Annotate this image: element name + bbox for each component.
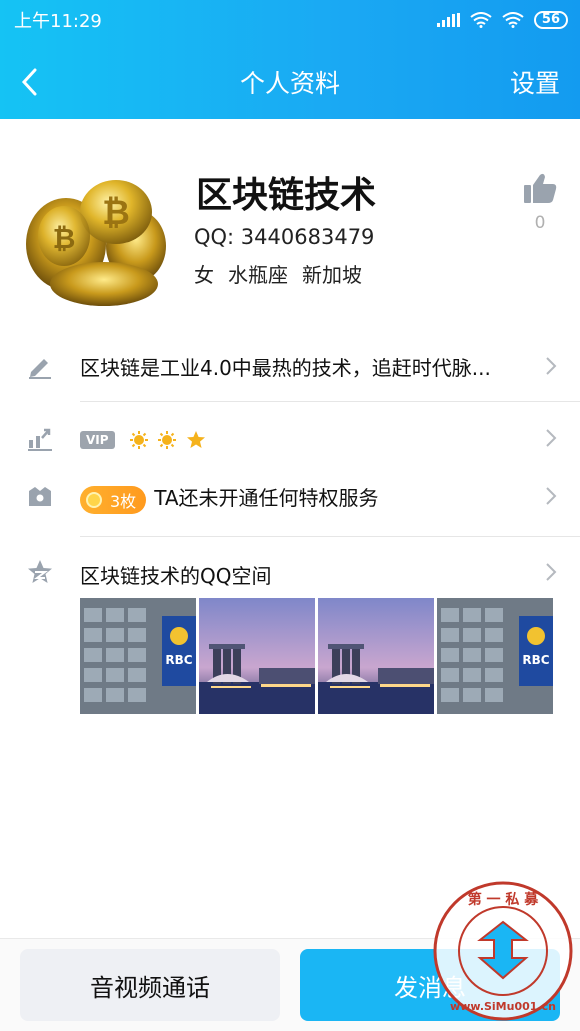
svg-text:RBC: RBC [522,653,549,667]
level-up-icon [28,428,52,451]
divider [80,401,580,402]
profile-name: 区块链技术 [196,175,377,216]
crown-box-icon [29,487,51,506]
photo-rbc-building[interactable]: RBC [437,598,553,714]
signature-text: 区块链是工业4.0中最热的技术，追赶时代脉... [80,355,491,380]
star-level-icon [186,430,205,448]
qzone-photos: RBC RBC [80,598,553,714]
svg-text:₿: ₿ [53,222,76,255]
thumbs-up-icon [524,173,557,203]
vip-row[interactable]: VIP [0,418,580,458]
watermark-url: www.SiMu001.cn [450,1000,556,1013]
like-count: 0 [534,213,546,233]
vip-level: VIP [80,426,206,450]
star-icon [28,560,52,583]
settings-button[interactable]: 设置 [510,64,560,100]
like-button[interactable]: 0 [520,171,560,233]
coin-count: 3枚 [110,491,137,511]
status-icons: 56 [436,11,568,29]
watermark-top-text: 第 一 私 募 [468,891,540,908]
vip-badge: VIP [80,430,115,449]
video-call-button[interactable]: 音视频通话 [20,949,280,1021]
sun-level-icon [158,430,177,449]
page-title: 个人资料 [239,69,340,98]
header: 上午11:29 56 个人资料 设置 [0,0,580,119]
profile-zodiac: 水瓶座 [228,263,288,287]
watermark-logo: 第 一 私 募 www.SiMu001.cn [433,881,573,1021]
qzone-row[interactable]: 区块链技术的QQ空间 [0,554,580,594]
photo-rbc-building[interactable]: RBC [80,598,196,714]
svg-text:₿: ₿ [102,193,130,233]
photo-marina-bay[interactable] [199,598,315,714]
chevron-right-icon [546,429,557,447]
nav-bar: 个人资料 设置 [0,56,580,106]
coin-badge: 3枚 [80,485,147,514]
profile-gender: 女 [194,263,214,287]
qzone-title: 区块链技术的QQ空间 [80,564,272,588]
chevron-right-icon [546,487,557,505]
wifi-icon-2 [502,12,524,28]
privilege-text: TA还未开通任何特权服务 [154,486,379,510]
sun-level-icon [129,430,148,449]
avatar[interactable]: ₿ ₿ [24,174,172,312]
pencil-icon [29,359,51,379]
signature-row[interactable]: 区块链是工业4.0中最热的技术，追赶时代脉... [0,346,580,386]
wifi-icon [470,12,492,28]
battery-icon: 56 [533,11,568,29]
privilege-info: 3枚 TA还未开通任何特权服务 [80,482,379,514]
chevron-right-icon [546,563,557,581]
profile-location: 新加坡 [302,263,362,287]
qq-number: QQ: 3440683479 [194,225,375,249]
coin-icon [86,491,102,508]
signal-icon [436,13,460,27]
profile-card: ₿ ₿ 区块链技术 QQ: 3440683479 女 水瓶座 新加坡 0 [0,119,580,329]
status-time: 上午11:29 [14,11,102,32]
privilege-row[interactable]: 3枚 TA还未开通任何特权服务 [0,476,580,516]
profile-meta: 女 水瓶座 新加坡 [194,259,362,288]
chevron-right-icon [546,357,557,375]
svg-text:RBC: RBC [165,653,192,667]
photo-marina-bay[interactable] [318,598,434,714]
divider [80,536,580,537]
status-bar: 上午11:29 56 [14,6,568,34]
